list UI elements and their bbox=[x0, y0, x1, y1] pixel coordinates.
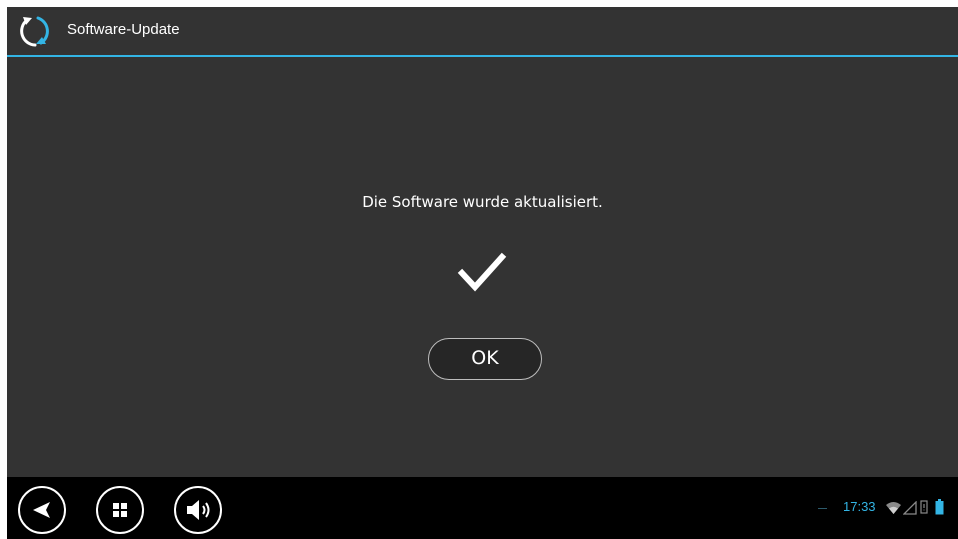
wifi-icon bbox=[886, 502, 901, 514]
check-icon bbox=[457, 252, 507, 292]
page-title: Software-Update bbox=[67, 21, 180, 38]
update-message: Die Software wurde aktualisiert. bbox=[362, 193, 603, 211]
update-sync-icon bbox=[20, 16, 49, 47]
device-screen: Software-Update Die Software wurde aktua… bbox=[7, 7, 958, 539]
apps-grid-icon bbox=[113, 503, 127, 517]
battery-icon bbox=[935, 499, 944, 515]
status-divider bbox=[818, 508, 827, 509]
back-icon bbox=[33, 502, 50, 518]
signal-icon bbox=[903, 501, 917, 515]
main-content: Die Software wurde aktualisiert. OK bbox=[7, 57, 958, 477]
system-navigation-bar: 17:33 bbox=[7, 477, 958, 539]
no-sim-icon bbox=[920, 500, 928, 514]
volume-button[interactable] bbox=[174, 486, 222, 534]
back-button[interactable] bbox=[18, 486, 66, 534]
ok-button[interactable]: OK bbox=[428, 338, 542, 380]
clock: 17:33 bbox=[843, 499, 876, 514]
title-bar: Software-Update bbox=[7, 7, 958, 57]
apps-button[interactable] bbox=[96, 486, 144, 534]
volume-icon bbox=[187, 500, 210, 520]
